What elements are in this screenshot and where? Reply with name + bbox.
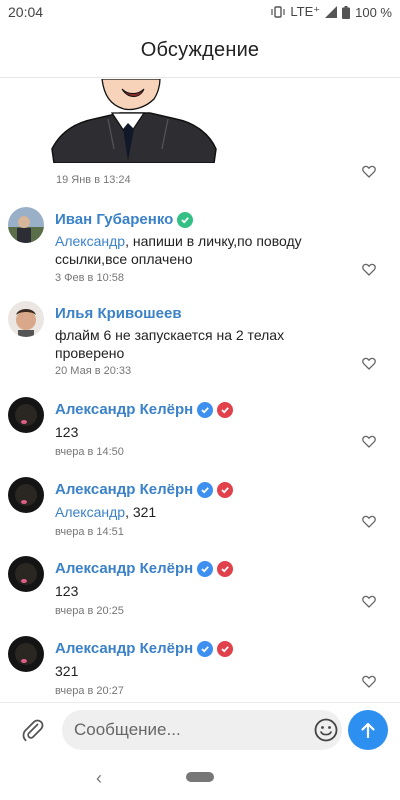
comment-timestamp: 20 Мая в 20:33 <box>55 365 132 377</box>
comment-text: Александр, 321 <box>55 503 355 521</box>
like-heart-icon[interactable] <box>362 263 376 276</box>
author-row: Александр Келёрн <box>55 640 234 657</box>
page-title: Обсуждение <box>140 39 260 61</box>
comment-timestamp: вчера в 20:27 <box>55 685 124 697</box>
comment-feed[interactable]: 19 Янв в 13:24 Иван Губаренко Александр,… <box>0 79 400 700</box>
comment-body: 123 <box>55 424 79 440</box>
avatar[interactable] <box>8 477 44 513</box>
verified-green-icon <box>177 211 194 228</box>
comment-timestamp: вчера в 14:50 <box>55 446 124 458</box>
comment-timestamp: вчера в 20:25 <box>55 605 124 617</box>
author-row: Александр Келёрн <box>55 401 234 418</box>
comment-text: 123 <box>55 582 355 600</box>
comment-body: флайм 6 не запускается на 2 телах провер… <box>55 327 285 361</box>
author-row: Александр Келёрн <box>55 560 234 577</box>
network-label: LTE⁺ <box>290 4 321 19</box>
avatar[interactable] <box>8 397 44 433</box>
author-name[interactable]: Александр Келёрн <box>55 560 193 577</box>
verified-blue-icon <box>197 640 214 657</box>
home-pill[interactable] <box>186 772 214 782</box>
author-row: Александр Келёрн <box>55 481 234 498</box>
header: Обсуждение <box>0 24 400 78</box>
comment-text: 123 <box>55 423 355 441</box>
signal-icon <box>325 6 338 18</box>
paperclip-icon <box>22 719 44 742</box>
status-icons: LTE⁺ 100 % <box>271 4 392 20</box>
like-heart-icon[interactable] <box>362 675 376 688</box>
verified-red-icon <box>217 401 234 418</box>
author-name[interactable]: Илья Кривошеев <box>55 305 182 322</box>
comment-timestamp: 3 Фев в 10:58 <box>55 272 124 284</box>
reply-to-link[interactable]: Александр <box>55 233 125 249</box>
comment-text: Александр, напиши в личку,по поводу ссыл… <box>55 232 355 268</box>
author-name[interactable]: Александр Келёрн <box>55 401 193 418</box>
avatar[interactable] <box>8 207 44 243</box>
author-name[interactable]: Иван Губаренко <box>55 211 173 228</box>
vibrate-icon <box>271 6 285 18</box>
author-row: Илья Кривошеев <box>55 305 182 322</box>
send-button[interactable] <box>348 710 388 750</box>
verified-blue-icon <box>197 481 214 498</box>
message-input[interactable] <box>62 710 342 750</box>
cartoon-man-sticker <box>51 79 217 163</box>
system-nav-bar: ‹ <box>0 756 400 800</box>
verified-red-icon <box>217 560 234 577</box>
like-heart-icon[interactable] <box>362 357 376 370</box>
emoji-icon[interactable] <box>313 717 339 743</box>
comment-text: 321 <box>55 662 355 680</box>
verified-blue-icon <box>197 401 214 418</box>
arrow-up-icon <box>361 722 375 739</box>
verified-red-icon <box>217 481 234 498</box>
like-heart-icon[interactable] <box>362 515 376 528</box>
battery-label: 100 % <box>355 4 392 20</box>
reply-to-link[interactable]: Александр <box>55 504 125 520</box>
author-name[interactable]: Александр Келёрн <box>55 481 193 498</box>
sticker-timestamp: 19 Янв в 13:24 <box>56 174 131 186</box>
composer <box>0 702 400 756</box>
verified-red-icon <box>217 640 234 657</box>
comment-text: флайм 6 не запускается на 2 телах провер… <box>55 326 355 362</box>
back-icon[interactable]: ‹ <box>96 768 102 789</box>
avatar[interactable] <box>8 301 44 337</box>
like-heart-icon[interactable] <box>362 595 376 608</box>
attach-button[interactable] <box>18 715 48 745</box>
like-heart-icon[interactable] <box>362 435 376 448</box>
comment-body: 321 <box>55 663 79 679</box>
verified-blue-icon <box>197 560 214 577</box>
comment-body: , 321 <box>125 504 157 520</box>
author-name[interactable]: Александр Келёрн <box>55 640 193 657</box>
status-time: 20:04 <box>8 4 44 20</box>
comment-timestamp: вчера в 14:51 <box>55 526 124 538</box>
battery-icon <box>342 5 351 19</box>
author-row: Иван Губаренко <box>55 211 194 228</box>
like-heart-icon[interactable] <box>362 165 376 178</box>
avatar[interactable] <box>8 636 44 672</box>
status-bar: 20:04 LTE⁺ 100 % <box>0 0 400 24</box>
avatar[interactable] <box>8 556 44 592</box>
comment-body: 123 <box>55 583 79 599</box>
